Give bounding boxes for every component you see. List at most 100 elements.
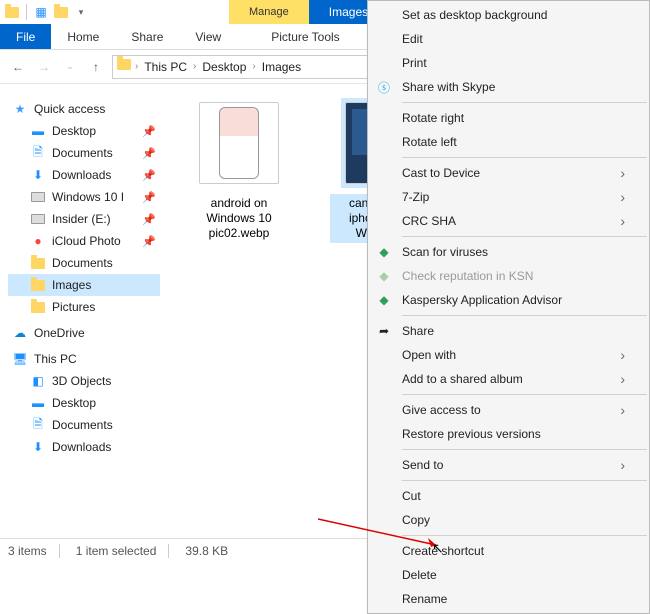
shield-icon: ◆ — [376, 292, 392, 308]
pin-icon: 📌 — [142, 147, 156, 160]
chevron-right-icon[interactable]: › — [193, 61, 196, 72]
breadcrumb-desktop[interactable]: Desktop — [198, 60, 250, 74]
ctx-give-access[interactable]: Give access to› — [368, 398, 649, 422]
breadcrumb-images[interactable]: Images — [258, 60, 305, 74]
skype-icon: ⓢ — [376, 79, 392, 95]
label: Set as desktop background — [402, 8, 547, 22]
manage-tab-header: Manage — [229, 0, 309, 24]
cube-icon: ◧ — [30, 373, 46, 389]
file-tab[interactable]: File — [0, 24, 51, 49]
ctx-delete[interactable]: Delete — [368, 563, 649, 587]
ctx-cut[interactable]: Cut — [368, 484, 649, 508]
home-tab[interactable]: Home — [51, 24, 115, 49]
view-tab[interactable]: View — [179, 24, 237, 49]
ctx-open-with[interactable]: Open with› — [368, 343, 649, 367]
desktop-icon: ▬ — [30, 123, 46, 139]
share-tab[interactable]: Share — [115, 24, 179, 49]
label: Restore previous versions — [402, 427, 541, 441]
ctx-send-to[interactable]: Send to › — [368, 453, 649, 477]
quick-access-toolbar: ▦ ▾ — [4, 0, 89, 24]
breadcrumb-this-pc[interactable]: This PC — [140, 60, 191, 74]
sidebar-3d-objects[interactable]: ◧3D Objects — [8, 370, 160, 392]
label: Rename — [402, 592, 447, 606]
shield-icon: ◆ — [376, 244, 392, 260]
sidebar-documents[interactable]: 🗎Documents📌 — [8, 142, 160, 164]
menu-separator — [402, 394, 647, 395]
sidebar-desktop2[interactable]: ▬Desktop — [8, 392, 160, 414]
sidebar-pictures[interactable]: Pictures — [8, 296, 160, 318]
pin-icon: 📌 — [142, 213, 156, 226]
label: Give access to — [402, 403, 481, 417]
new-folder-icon[interactable] — [53, 4, 69, 20]
downloads-icon: ⬇ — [30, 439, 46, 455]
folder-icon — [30, 255, 46, 271]
dropdown-icon[interactable]: ▾ — [73, 4, 89, 20]
menu-separator — [402, 102, 647, 103]
folder-icon — [30, 299, 46, 315]
pin-icon: 📌 — [142, 125, 156, 138]
menu-separator — [402, 315, 647, 316]
ctx-print[interactable]: Print — [368, 51, 649, 75]
drive-icon — [30, 189, 46, 205]
chevron-right-icon: › — [620, 165, 625, 181]
ctx-restore-versions[interactable]: Restore previous versions — [368, 422, 649, 446]
sidebar-desktop[interactable]: ▬Desktop📌 — [8, 120, 160, 142]
ctx-create-shortcut[interactable]: Create shortcut — [368, 539, 649, 563]
label: Images — [52, 278, 91, 292]
chevron-right-icon[interactable]: › — [252, 61, 255, 72]
sidebar-icloud[interactable]: ●iCloud Photo📌 — [8, 230, 160, 252]
up-button[interactable]: ↑ — [86, 57, 106, 77]
pin-icon: 📌 — [142, 191, 156, 204]
label: Print — [402, 56, 427, 70]
address-bar[interactable]: › This PC › Desktop › Images — [112, 55, 372, 79]
sidebar-downloads[interactable]: ⬇Downloads📌 — [8, 164, 160, 186]
sidebar-images[interactable]: Images — [8, 274, 160, 296]
shield-icon: ◆ — [376, 268, 392, 284]
back-button[interactable]: ← — [8, 57, 28, 77]
sidebar-downloads2[interactable]: ⬇ Downloads — [8, 436, 160, 458]
chevron-right-icon: › — [620, 371, 625, 387]
sidebar-insider[interactable]: Insider (E:)📌 — [8, 208, 160, 230]
chevron-right-icon: › — [620, 213, 625, 229]
sidebar-quick-access[interactable]: ★Quick access — [8, 98, 160, 120]
ctx-share[interactable]: ➦Share — [368, 319, 649, 343]
ctx-rotate-right[interactable]: Rotate right — [368, 106, 649, 130]
label: Scan for viruses — [402, 245, 488, 259]
ctx-copy[interactable]: Copy — [368, 508, 649, 532]
label: Add to a shared album — [402, 372, 523, 386]
ctx-edit[interactable]: Edit — [368, 27, 649, 51]
sidebar-win10[interactable]: Windows 10 I📌 — [8, 186, 160, 208]
ctx-set-background[interactable]: Set as desktop background — [368, 3, 649, 27]
chevron-right-icon[interactable]: › — [135, 61, 138, 72]
file-item[interactable]: android on Windows 10 pic02.webp — [184, 98, 294, 243]
ctx-add-shared-album[interactable]: Add to a shared album › — [368, 367, 649, 391]
navigation-pane: ★Quick access ▬Desktop📌 🗎Documents📌 ⬇Dow… — [0, 84, 160, 538]
ctx-rotate-left[interactable]: Rotate left — [368, 130, 649, 154]
sidebar-this-pc[interactable]: 🖥This PC — [8, 348, 160, 370]
pin-icon: 📌 — [142, 235, 156, 248]
ctx-scan-viruses[interactable]: ◆ Scan for viruses — [368, 240, 649, 264]
sidebar-documents3[interactable]: 🗎Documents — [8, 414, 160, 436]
sidebar-onedrive[interactable]: ☁OneDrive — [8, 322, 160, 344]
label: Documents — [52, 146, 113, 160]
recent-dropdown[interactable]: ⌄ — [60, 57, 80, 77]
label: Send to — [402, 458, 443, 472]
properties-icon[interactable]: ▦ — [33, 4, 49, 20]
ctx-7zip[interactable]: 7-Zip› — [368, 185, 649, 209]
label: Open with — [402, 348, 456, 362]
ctx-cast[interactable]: Cast to Device› — [368, 161, 649, 185]
ctx-share-skype[interactable]: ⓢShare with Skype — [368, 75, 649, 99]
ctx-rename[interactable]: Rename — [368, 587, 649, 611]
label: Downloads — [52, 440, 111, 454]
desktop-icon: ▬ — [30, 395, 46, 411]
label: Edit — [402, 32, 423, 46]
thumbnail — [199, 102, 279, 184]
contextual-tab-zone: Manage Images — [229, 0, 388, 24]
sidebar-documents2[interactable]: Documents — [8, 252, 160, 274]
label: Pictures — [52, 300, 95, 314]
picture-tools-tab[interactable]: Picture Tools — [255, 24, 355, 49]
ctx-kaspersky-advisor[interactable]: ◆Kaspersky Application Advisor — [368, 288, 649, 312]
chevron-right-icon: › — [620, 457, 625, 473]
ctx-check-ksn: ◆Check reputation in KSN — [368, 264, 649, 288]
ctx-crc-sha[interactable]: CRC SHA› — [368, 209, 649, 233]
